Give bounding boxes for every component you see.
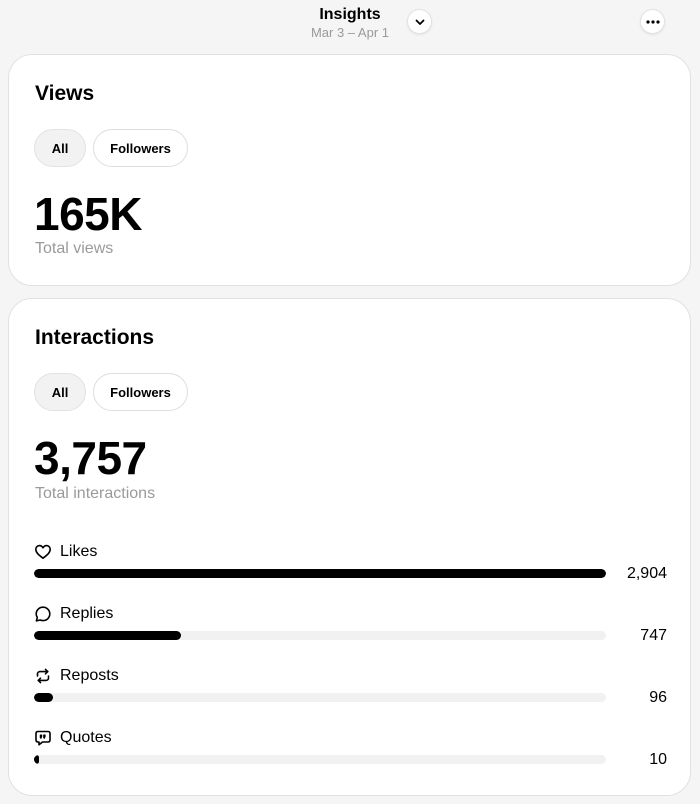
more-options-button[interactable] [640, 9, 665, 34]
metric-row-likes[interactable]: Likes 2,904 [9, 541, 692, 601]
quotes-bar-track [34, 755, 606, 764]
total-interactions-value: 3,757 [34, 432, 147, 484]
metric-label-quotes: Quotes [60, 729, 112, 746]
views-title: Views [35, 82, 95, 105]
likes-bar-track [34, 569, 606, 578]
metric-label-reposts: Reposts [60, 667, 119, 684]
metric-label-replies: Replies [60, 605, 114, 622]
repost-icon [36, 668, 50, 684]
views-filter-all[interactable]: All [34, 129, 86, 167]
interactions-filter-followers[interactable]: Followers [93, 373, 188, 411]
interactions-card: Interactions All Followers 3,757 Total i… [8, 298, 691, 796]
metric-row-quotes[interactable]: Quotes 10 [9, 727, 692, 787]
likes-bar-fill [34, 569, 606, 578]
more-horizontal-icon [645, 19, 660, 24]
interactions-filter-all[interactable]: All [34, 373, 86, 411]
top-header: Insights Mar 3 – Apr 1 [0, 0, 700, 50]
views-card: Views All Followers 165K Total views [8, 54, 691, 286]
replies-bar-fill [34, 631, 181, 640]
interactions-title: Interactions [35, 326, 155, 349]
total-interactions-label: Total interactions [35, 485, 156, 502]
metric-row-replies[interactable]: Replies 747 [9, 603, 692, 663]
metric-label-likes: Likes [60, 543, 98, 560]
metric-row-reposts[interactable]: Reposts 96 [9, 665, 692, 725]
views-filter-followers[interactable]: Followers [93, 129, 188, 167]
total-views-value: 165K [34, 188, 142, 240]
total-views-label: Total views [35, 240, 114, 257]
metric-value-replies: 747 [640, 627, 667, 644]
heart-icon [35, 544, 51, 559]
metric-value-reposts: 96 [649, 689, 667, 706]
quotes-bar-fill [34, 755, 39, 764]
reposts-bar-fill [34, 693, 53, 702]
metric-value-quotes: 10 [649, 751, 667, 768]
date-range-label: Mar 3 – Apr 1 [310, 25, 390, 40]
date-range-dropdown-button[interactable] [407, 9, 432, 34]
chevron-down-icon [415, 19, 424, 25]
reposts-bar-track [34, 693, 606, 702]
page-title: Insights [319, 6, 381, 23]
metric-value-likes: 2,904 [626, 565, 667, 582]
quote-icon [35, 730, 51, 746]
replies-bar-track [34, 631, 606, 640]
reply-icon [35, 606, 51, 622]
